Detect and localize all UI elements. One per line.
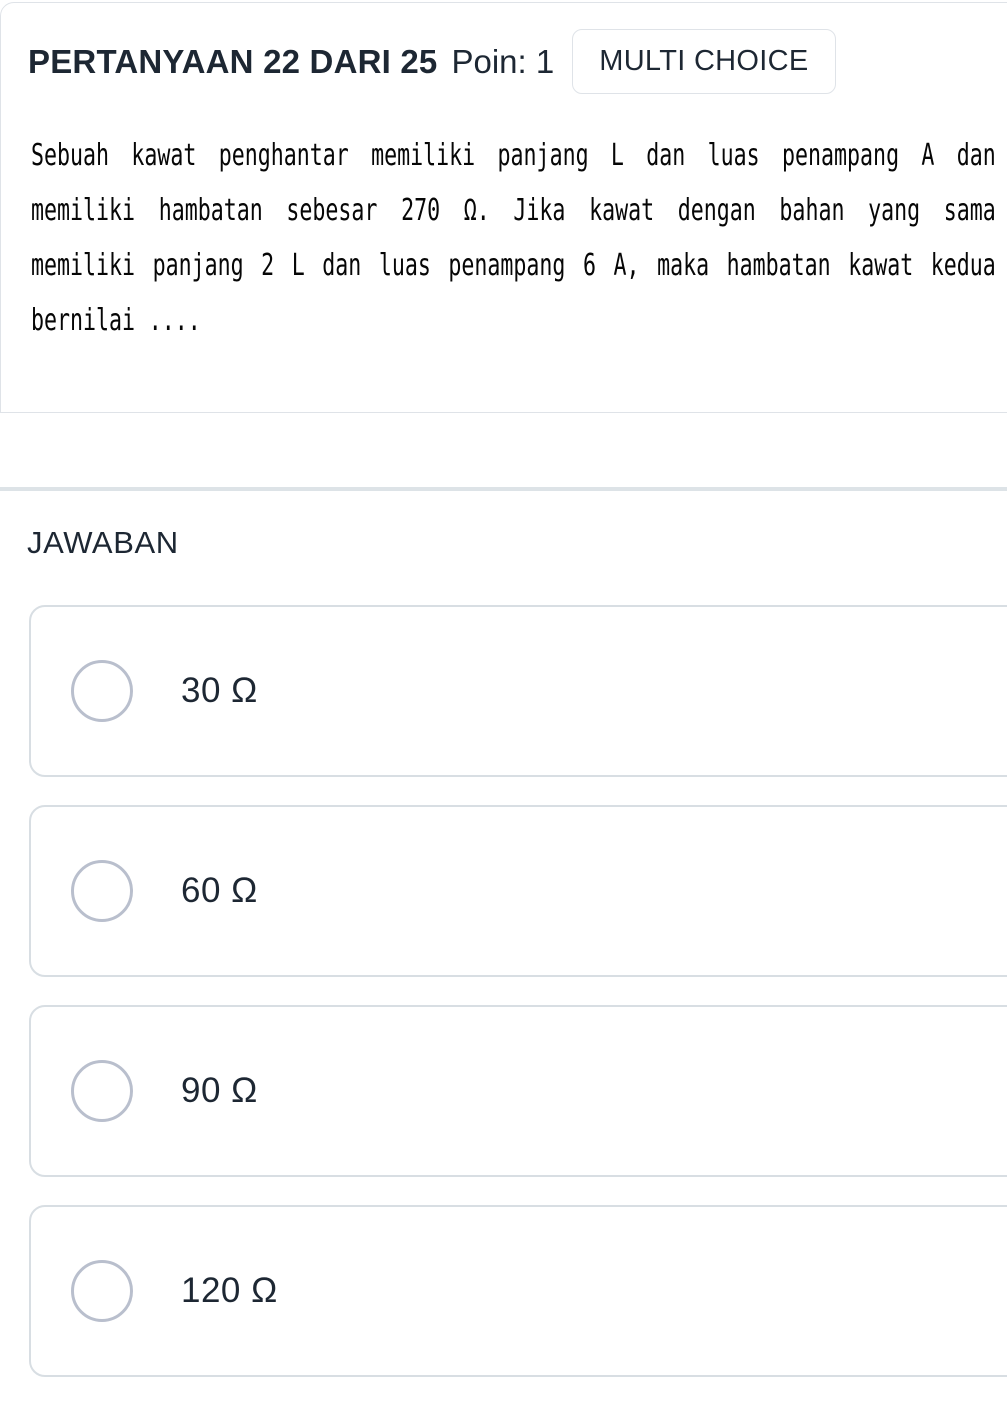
- question-text: Sebuah kawat penghantar memiliki panjang…: [31, 138, 996, 338]
- question-body: Sebuah kawat penghantar memiliki panjang…: [1, 120, 1007, 412]
- answer-option-2[interactable]: 60 Ω: [29, 805, 1007, 977]
- radio-icon[interactable]: [71, 1260, 133, 1322]
- answer-option-3[interactable]: 90 Ω: [29, 1005, 1007, 1177]
- question-card: PERTANYAAN 22 DARI 25 Poin: 1 MULTI CHOI…: [0, 2, 1007, 413]
- radio-icon[interactable]: [71, 660, 133, 722]
- answer-option-label: 30 Ω: [181, 671, 258, 710]
- answers-heading: JAWABAN: [27, 525, 179, 560]
- answer-option-label: 90 Ω: [181, 1071, 258, 1110]
- question-header: PERTANYAAN 22 DARI 25 Poin: 1 MULTI CHOI…: [1, 3, 1007, 120]
- radio-icon[interactable]: [71, 1060, 133, 1122]
- answers-section: JAWABAN 30 Ω 60 Ω 90 Ω 120 Ω: [0, 491, 1007, 1405]
- points-label: Poin: 1: [451, 42, 555, 80]
- radio-icon[interactable]: [71, 860, 133, 922]
- question-type-badge: MULTI CHOICE: [572, 29, 836, 94]
- answer-option-label: 120 Ω: [181, 1271, 278, 1310]
- answer-option-4[interactable]: 120 Ω: [29, 1205, 1007, 1377]
- answer-options-list: 30 Ω 60 Ω 90 Ω 120 Ω: [0, 605, 1007, 1377]
- answer-option-1[interactable]: 30 Ω: [29, 605, 1007, 777]
- answer-option-label: 60 Ω: [181, 871, 258, 910]
- page-title: PERTANYAAN 22 DARI 25: [28, 42, 438, 80]
